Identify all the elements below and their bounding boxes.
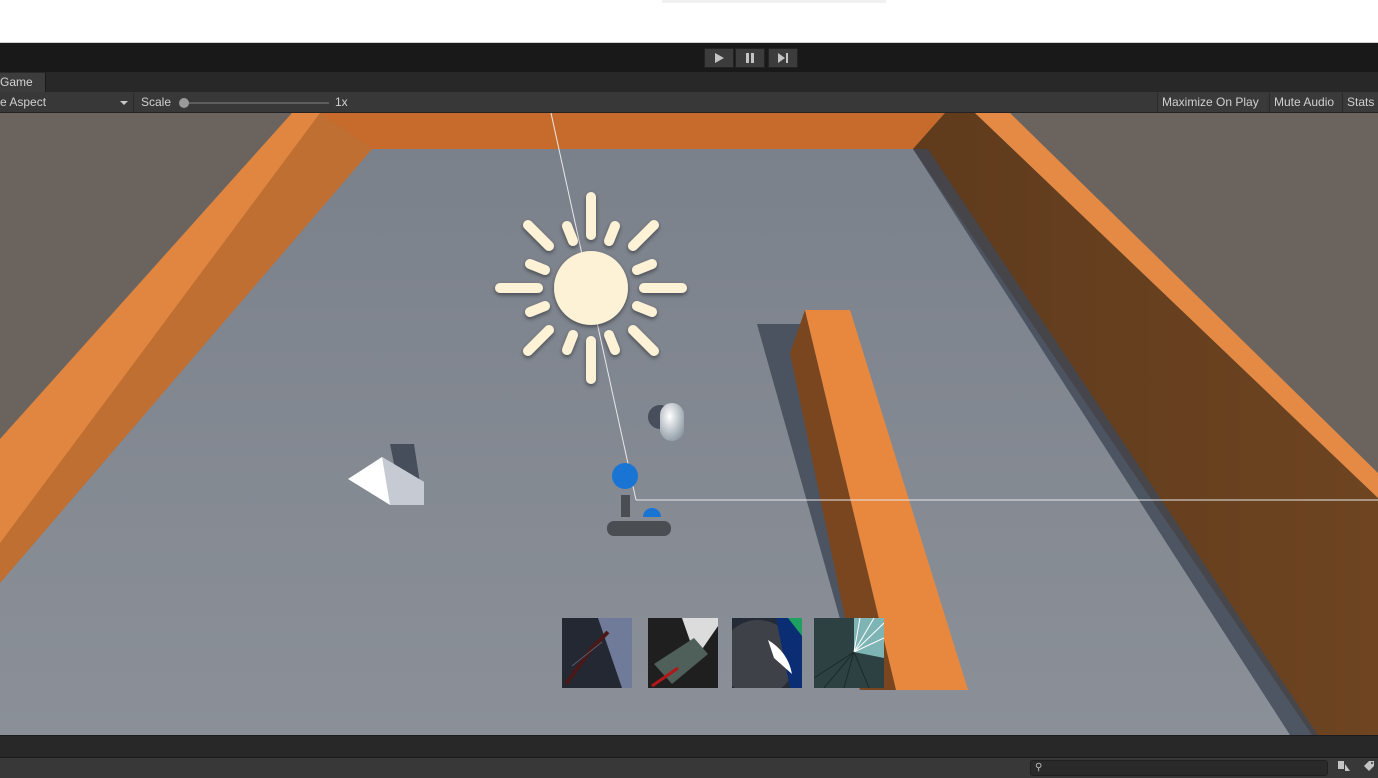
search-icon: ⚲ (1035, 762, 1043, 773)
debug-thumbnail-3 (732, 618, 802, 688)
debug-thumbnail-4 (814, 618, 884, 688)
scale-value: 1x (335, 95, 348, 109)
play-button[interactable] (704, 48, 734, 68)
stats-label: Stats (1347, 95, 1375, 109)
game-view-toolbar: e Aspect Scale 1x Maximize On Play Mute … (0, 92, 1378, 113)
game-viewport[interactable] (0, 113, 1378, 735)
stats-toggle[interactable]: Stats (1342, 93, 1378, 112)
debug-thumbnail-2 (648, 618, 718, 688)
scale-slider-handle[interactable] (179, 98, 189, 108)
step-icon (778, 53, 788, 63)
unity-editor-window: Game e Aspect Scale 1x Maximize On Play … (0, 0, 1378, 778)
scale-slider-track[interactable] (184, 102, 329, 104)
aspect-dropdown-label: e Aspect (0, 95, 47, 109)
maximize-on-play-label: Maximize On Play (1162, 95, 1259, 109)
camera-gizmo-stem (621, 495, 630, 517)
status-bar (0, 735, 1378, 757)
camera-gizmo-base (607, 521, 671, 536)
capsule (660, 403, 684, 441)
chevron-down-icon (120, 101, 128, 105)
debug-thumbnail-1 (562, 618, 632, 688)
layers-icon[interactable] (1335, 760, 1353, 776)
back-wall (320, 113, 945, 149)
top-white-area (0, 0, 1378, 42)
bottom-toolbar: ⚲ (0, 757, 1378, 778)
pause-icon (746, 53, 754, 63)
mute-audio-label: Mute Audio (1274, 95, 1335, 109)
play-icon (715, 53, 724, 63)
scale-label: Scale (141, 95, 172, 109)
tab-game-label: Game (0, 75, 33, 89)
play-toolbar (0, 43, 1378, 72)
maximize-on-play-toggle[interactable]: Maximize On Play (1157, 93, 1267, 112)
tab-bar: Game (0, 72, 1378, 92)
mute-audio-toggle[interactable]: Mute Audio (1269, 93, 1341, 112)
tag-icon[interactable] (1360, 760, 1378, 776)
tab-game[interactable]: Game (0, 73, 46, 92)
aspect-dropdown[interactable]: e Aspect (0, 93, 134, 112)
pause-button[interactable] (735, 48, 765, 68)
directional-light-gizmo (495, 192, 687, 384)
search-input[interactable]: ⚲ (1030, 760, 1328, 776)
camera-gizmo-head (612, 463, 638, 489)
step-button[interactable] (768, 48, 798, 68)
top-white-tab (662, 0, 886, 3)
